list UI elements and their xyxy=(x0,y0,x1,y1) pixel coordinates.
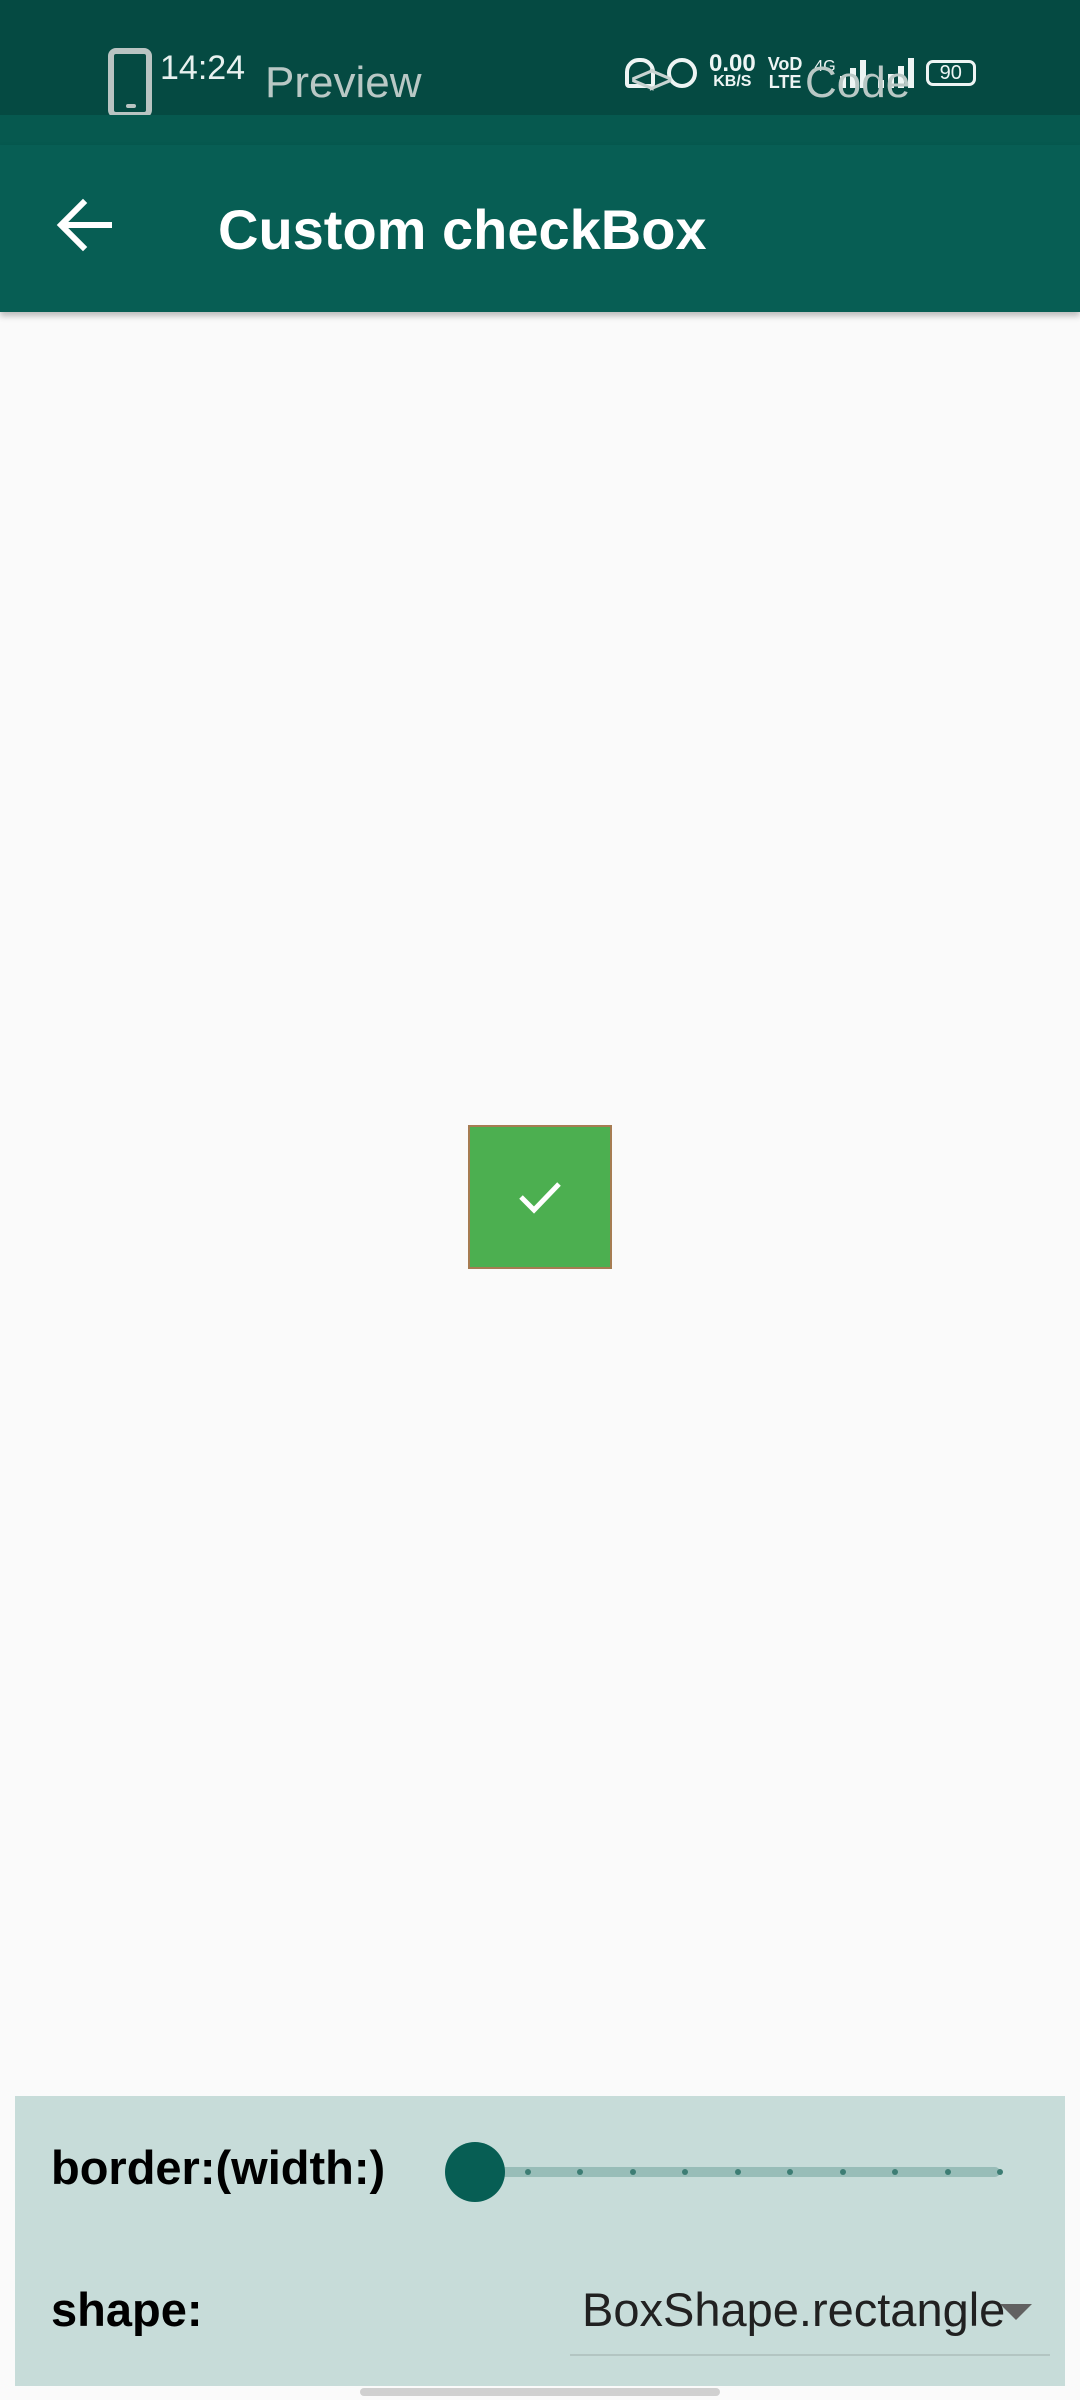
slider-tick xyxy=(577,2169,583,2175)
shape-dropdown[interactable]: BoxShape.rectangle xyxy=(570,2256,1050,2356)
volte-top: VoD xyxy=(767,54,803,74)
controls-panel: border:(width:) shape: BoxShape.rectangl… xyxy=(15,2096,1065,2386)
check-icon xyxy=(519,1182,561,1214)
page-title: Custom checkBox xyxy=(218,198,707,261)
code-icon[interactable]: <> xyxy=(630,55,673,105)
tab-code[interactable]: Code xyxy=(805,58,910,108)
slider-tick xyxy=(734,2169,741,2175)
alarm-icon xyxy=(667,58,697,88)
dropdown-arrow-icon xyxy=(1000,2304,1032,2320)
slider-tick xyxy=(524,2169,531,2175)
tab-preview[interactable]: Preview xyxy=(265,58,422,108)
arrow-back-icon xyxy=(56,198,112,252)
slider-tick xyxy=(629,2169,636,2175)
slider-tick xyxy=(682,2169,688,2175)
network-speed: 0.00 KB/S xyxy=(709,50,756,91)
shape-dropdown-value: BoxShape.rectangle xyxy=(582,2283,1006,2336)
speed-value: 0.00 xyxy=(709,50,756,77)
slider-tick xyxy=(944,2169,951,2175)
slider-tick xyxy=(892,2169,898,2175)
status-strip xyxy=(0,115,1080,145)
speed-unit: KB/S xyxy=(713,73,752,90)
volte-badge: VoD LTE xyxy=(768,55,803,91)
border-width-slider[interactable] xyxy=(445,2132,1025,2212)
slider-tick xyxy=(787,2169,793,2175)
home-indicator[interactable] xyxy=(360,2388,720,2396)
battery-icon: 90 xyxy=(925,60,976,86)
border-width-label: border:(width:) xyxy=(51,2141,386,2194)
status-bar: 14:24 Preview 0.00 KB/S VoD LTE 4G 90 <>… xyxy=(0,0,1080,118)
back-button[interactable] xyxy=(45,185,125,265)
custom-checkbox[interactable] xyxy=(468,1125,612,1269)
system-icons: 0.00 KB/S VoD LTE 4G 90 xyxy=(625,48,976,98)
slider-thumb[interactable] xyxy=(445,2142,505,2202)
volte-bottom: LTE xyxy=(768,72,802,92)
status-time: 14:24 xyxy=(160,49,246,87)
app-bar: Custom checkBox xyxy=(0,145,1080,312)
shape-label: shape: xyxy=(51,2283,203,2336)
slider-tick xyxy=(997,2169,1003,2175)
phone-icon xyxy=(108,48,152,118)
slider-tick xyxy=(839,2169,846,2175)
